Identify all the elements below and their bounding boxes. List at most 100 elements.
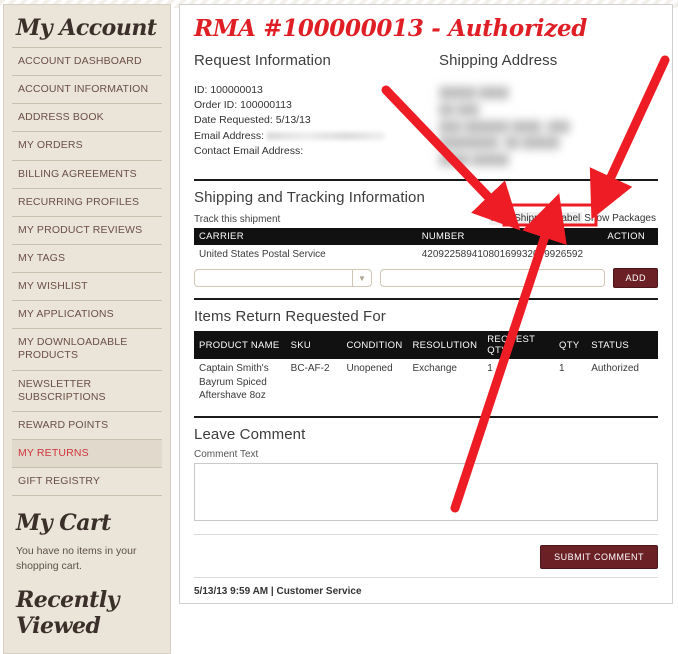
sidebar-link-my-downloadable-products[interactable]: MY DOWNLOADABLE PRODUCTS (12, 329, 162, 369)
items-header-product-name: PRODUCT NAME (194, 331, 286, 360)
submit-comment-button[interactable]: SUBMIT COMMENT (540, 544, 658, 569)
items-cell-qty: 1 (559, 363, 565, 375)
cart-empty-message: You have no items in your shopping cart. (16, 545, 137, 573)
divider-shipping (194, 178, 658, 181)
items-table-row: Captain Smith's Bayrum Spiced Aftershave… (194, 359, 658, 406)
comment-text-label: Comment Text (194, 448, 259, 460)
print-shipping-label-link[interactable]: Print Shipping Label (488, 211, 583, 225)
items-header-condition: CONDITION (341, 331, 408, 360)
account-sidebar: My Account ACCOUNT DASHBOARD ACCOUNT INF… (3, 4, 171, 654)
sidebar-link-my-wishlist[interactable]: MY WISHLIST (12, 273, 162, 300)
info-section: Request Information ID: 100000013 Order … (194, 52, 658, 169)
items-table: PRODUCT NAME SKU CONDITION RESOLUTION RE… (194, 331, 658, 406)
shipping-address-heading: Shipping Address (439, 52, 558, 69)
redacted-address-line-5: ████ █████ (439, 154, 509, 167)
sidebar-link-billing-agreements[interactable]: BILLING AGREEMENTS (12, 161, 162, 188)
items-table-header-row: PRODUCT NAME SKU CONDITION RESOLUTION RE… (194, 331, 658, 360)
sidebar-link-my-returns[interactable]: MY RETURNS (12, 440, 162, 467)
sidebar-link-my-product-reviews[interactable]: MY PRODUCT REVIEWS (12, 217, 162, 244)
email-address-label: Email Address: (194, 129, 265, 142)
sidebar-link-account-dashboard[interactable]: ACCOUNT DASHBOARD (12, 48, 162, 75)
rma-detail-panel: RMA #100000013 - Authorized Request Info… (179, 4, 673, 604)
contact-email-line: Contact Email Address: (194, 144, 304, 157)
tracking-table-row: United States Postal Service 42092258941… (194, 245, 658, 265)
request-information-block: Request Information ID: 100000013 Order … (194, 52, 439, 169)
shipping-address-block: Shipping Address █████ ████ ██ ███ ███ █… (439, 52, 658, 169)
sidebar-link-account-information[interactable]: ACCOUNT INFORMATION (12, 76, 162, 103)
items-cell-sku: BC-AF-2 (290, 363, 330, 375)
sidebar-item-account-dashboard[interactable]: ACCOUNT DASHBOARD (12, 48, 162, 77)
divider-submit (194, 533, 658, 535)
tracking-cell-action (602, 245, 658, 265)
sidebar-item-my-product-reviews[interactable]: MY PRODUCT REVIEWS (12, 217, 162, 245)
tracking-table-header-row: CARRIER NUMBER ACTION (194, 227, 658, 245)
sidebar-item-reward-points[interactable]: REWARD POINTS (12, 412, 162, 440)
tracking-number-input[interactable] (380, 269, 606, 288)
items-header-status: STATUS (586, 331, 658, 360)
comment-history-entry: 5/13/13 9:59 AM | Customer Service (194, 585, 362, 597)
sidebar-item-my-orders[interactable]: MY ORDERS (12, 132, 162, 161)
tracking-header-carrier: CARRIER (194, 227, 417, 245)
redacted-address-line-4: ████████, ██ █████ (439, 137, 560, 150)
sidebar-cart-title: My Cart (16, 510, 111, 537)
items-header-sku: SKU (285, 331, 342, 360)
page-root: My Account ACCOUNT DASHBOARD ACCOUNT INF… (0, 0, 678, 654)
request-information-lines: ID: 100000013 Order ID: 100000113 Date R… (194, 83, 439, 159)
chevron-down-icon[interactable]: ▼ (352, 270, 371, 287)
items-header-resolution: RESOLUTION (407, 331, 483, 360)
order-id-line: Order ID: 100000113 (194, 99, 292, 112)
sidebar-item-my-returns[interactable]: MY RETURNS (12, 439, 162, 468)
redacted-address-line-3: ███ ██████ ████, ███ (439, 120, 570, 133)
track-this-shipment-label: Track this shipment (194, 213, 281, 225)
items-header-qty: QTY (554, 331, 587, 360)
sidebar-link-my-applications[interactable]: MY APPLICATIONS (12, 301, 162, 328)
submit-comment-row: SUBMIT COMMENT (194, 544, 658, 569)
page-columns: My Account ACCOUNT DASHBOARD ACCOUNT INF… (0, 4, 678, 654)
sidebar-item-billing-agreements[interactable]: BILLING AGREEMENTS (12, 161, 162, 189)
redacted-shipping-address: █████ ████ ██ ███ ███ ██████ ████, ███ █… (439, 85, 658, 169)
comment-textarea[interactable] (194, 462, 658, 521)
sidebar-link-newsletter-subscriptions[interactable]: NEWSLETTER SUBSCRIPTIONS (12, 371, 162, 411)
request-information-heading: Request Information (194, 52, 331, 69)
sidebar-item-my-tags[interactable]: MY TAGS (12, 245, 162, 273)
sidebar-item-account-information[interactable]: ACCOUNT INFORMATION (12, 76, 162, 105)
page-title: RMA #100000013 - Authorized (194, 15, 588, 42)
carrier-select[interactable]: ▼ (194, 269, 372, 288)
items-cell-status: Authorized (591, 363, 639, 375)
items-header-request-qty: REQUEST QTY (482, 331, 555, 360)
sidebar-item-gift-registry[interactable]: GIFT REGISTRY (12, 468, 162, 497)
sidebar-link-recurring-profiles[interactable]: RECURRING PROFILES (12, 189, 162, 216)
date-requested-line: Date Requested: 5/13/13 (194, 114, 311, 127)
tracking-cell-carrier: United States Postal Service (199, 248, 326, 260)
redacted-address-line-2: ██ ███ (439, 103, 480, 116)
tracking-toolbar: Track this shipment Print Shipping Label… (194, 211, 658, 225)
sidebar-link-my-orders[interactable]: MY ORDERS (12, 132, 162, 159)
redacted-address-line-1: █████ ████ (439, 87, 509, 99)
leave-comment-heading: Leave Comment (194, 425, 306, 443)
show-packages-link[interactable]: Show Packages (582, 212, 658, 225)
add-tracking-button[interactable]: ADD (613, 268, 658, 289)
sidebar-item-my-downloadable-products[interactable]: MY DOWNLOADABLE PRODUCTS (12, 329, 162, 371)
redacted-email-value (267, 131, 386, 140)
sidebar-item-address-book[interactable]: ADDRESS BOOK (12, 104, 162, 133)
divider-comment (194, 415, 658, 418)
email-address-line: Email Address: (194, 129, 439, 144)
sidebar-item-newsletter-subscriptions[interactable]: NEWSLETTER SUBSCRIPTIONS (12, 371, 162, 412)
sidebar-account-title: My Account (16, 15, 157, 41)
sidebar-nav-list: ACCOUNT DASHBOARD ACCOUNT INFORMATION AD… (12, 47, 162, 497)
sidebar-item-my-wishlist[interactable]: MY WISHLIST (12, 273, 162, 302)
items-heading: Items Return Requested For (194, 308, 386, 326)
sidebar-link-reward-points[interactable]: REWARD POINTS (12, 412, 162, 439)
divider-history (194, 576, 658, 578)
tracking-cell-number: 42092258941080169932099926592 (421, 248, 584, 260)
sidebar-recently-viewed-title: Recently Viewed (16, 586, 119, 639)
sidebar-item-recurring-profiles[interactable]: RECURRING PROFILES (12, 189, 162, 217)
sidebar-link-my-tags[interactable]: MY TAGS (12, 245, 162, 272)
rma-id-line: ID: 100000013 (194, 84, 263, 96)
sidebar-link-address-book[interactable]: ADDRESS BOOK (12, 104, 162, 131)
tracking-header-action: ACTION (602, 227, 658, 245)
sidebar-link-gift-registry[interactable]: GIFT REGISTRY (12, 468, 162, 495)
tracking-table: CARRIER NUMBER ACTION United States Post… (194, 227, 658, 265)
items-cell-product-name: Captain Smith's Bayrum Spiced Aftershave… (199, 363, 269, 402)
sidebar-item-my-applications[interactable]: MY APPLICATIONS (12, 301, 162, 330)
